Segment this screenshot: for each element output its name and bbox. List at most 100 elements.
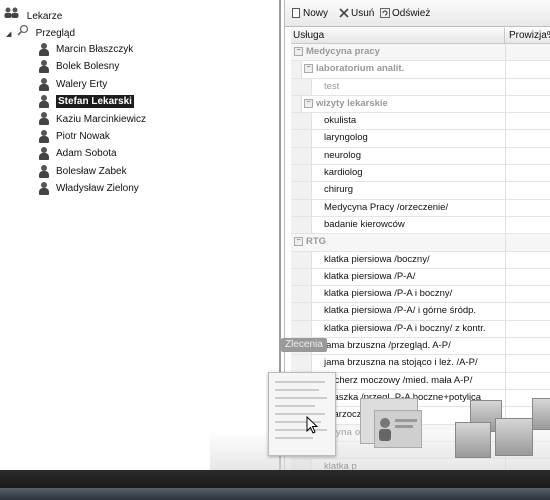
group-row[interactable]: − laboratorium analit. — [291, 61, 550, 79]
new-button[interactable]: Nowy — [291, 7, 328, 21]
doctor-item[interactable]: Walery Erty — [38, 77, 107, 93]
new-button-label: Nowy — [303, 8, 329, 19]
doctor-item[interactable]: Piotr Nowak — [38, 129, 110, 145]
table-row[interactable]: chirurg — [291, 182, 550, 200]
doctor-item[interactable]: Władysław Zielony — [38, 181, 139, 197]
table-row[interactable]: jama brzuszna /przegląd. A-P/ — [291, 338, 550, 356]
table-row[interactable]: klatka piersiowa /P-A/ i górne śródp. — [291, 303, 550, 321]
doctor-item[interactable]: Stefan Lekarski — [38, 94, 134, 110]
table-row[interactable]: okulista — [291, 113, 550, 131]
cell-service: − RTG — [294, 234, 326, 250]
doctor-item[interactable]: Adam Sobota — [38, 146, 117, 162]
cell-commission[interactable] — [505, 320, 550, 338]
row-label: test — [324, 80, 340, 92]
collapse-icon[interactable]: − — [304, 98, 313, 108]
doctor-name: Piotr Nowak — [56, 131, 110, 142]
cell-commission[interactable] — [505, 182, 550, 199]
collapse-icon[interactable]: − — [294, 237, 303, 247]
cell-service: jama brzuszna na stojąco i leż. /A-P/ — [324, 355, 478, 371]
row-label: klatka piersiowa /P-A/ — [324, 270, 416, 282]
table-row[interactable]: klatka piersiowa /boczny/ — [291, 251, 550, 269]
cell-service: klatka piersiowa /P-A i boczny/ z kontr. — [324, 321, 486, 337]
table-row[interactable]: badanie kierowców — [291, 216, 550, 235]
table-row[interactable]: klatka piersiowa /P-A i boczny/ z kontr. — [291, 320, 550, 339]
row-indent — [291, 95, 302, 113]
row-indent — [291, 182, 312, 199]
cell-commission[interactable] — [505, 61, 550, 78]
collapse-icon[interactable]: − — [294, 46, 303, 56]
toolbar: Nowy Usuń Odśwież — [285, 0, 550, 27]
collapse-icon[interactable]: − — [304, 64, 313, 74]
cell-commission[interactable] — [505, 44, 550, 61]
cell-service: Medycyna Pracy /orzeczenie/ — [324, 200, 448, 216]
cell-commission[interactable] — [505, 216, 550, 234]
person-icon — [38, 147, 50, 161]
table-row[interactable]: jama brzuszna na stojąco i leż. /A-P/ — [291, 355, 550, 373]
cell-commission[interactable] — [505, 338, 550, 355]
photo-window-icon[interactable] — [374, 410, 422, 448]
row-indent — [291, 303, 312, 320]
cell-commission[interactable] — [505, 355, 550, 372]
refresh-button[interactable]: Odśwież — [380, 7, 430, 21]
table-row[interactable]: test — [291, 78, 550, 96]
cell-commission[interactable] — [505, 147, 550, 165]
cell-service: badanie kierowców — [324, 217, 405, 233]
doctor-item[interactable]: Kaziu Marcinkiewicz — [38, 112, 146, 128]
cell-commission[interactable] — [505, 303, 550, 320]
cell-service: klatka piersiowa /P-A/ i górne śródp. — [324, 303, 476, 319]
doctor-name: Bolek Bolesny — [56, 61, 120, 73]
row-indent — [291, 147, 312, 165]
mouse-cursor-icon — [306, 415, 319, 437]
row-label: pęcherz moczowy /mied. mała A-P/ — [324, 374, 473, 386]
cell-service: laryngolog — [324, 130, 368, 146]
tree-root-lekarze[interactable]: Lekarze — [4, 7, 62, 23]
cell-commission[interactable] — [505, 286, 550, 303]
cell-commission[interactable] — [505, 130, 550, 147]
table-row[interactable]: neurolog — [291, 147, 550, 166]
row-label: neurolog — [324, 149, 361, 161]
taskbar-glow — [0, 488, 550, 500]
doctor-name: Marcin Błaszczyk — [56, 44, 134, 55]
cell-commission[interactable] — [505, 234, 550, 251]
tree-node-przeglad[interactable]: ◢ Przegląd — [6, 24, 75, 40]
cell-commission[interactable] — [505, 113, 550, 130]
doctor-item[interactable]: Marcin Błaszczyk — [38, 42, 133, 58]
cell-commission[interactable] — [505, 372, 550, 389]
row-indent — [291, 130, 312, 147]
column-header-service[interactable]: Usługa — [291, 28, 505, 43]
table-row[interactable]: kardiolog — [291, 165, 550, 183]
doctor-item[interactable]: Bolek Bolesny — [38, 59, 119, 75]
cell-commission[interactable] — [505, 95, 550, 113]
table-row[interactable]: klatka piersiowa /P-A i boczny/ — [291, 286, 550, 304]
row-label: jama brzuszna na stojąco i leż. /A-P/ — [324, 357, 478, 369]
grid-header: Usługa Prowizja% — [291, 28, 550, 44]
cell-commission[interactable] — [505, 251, 550, 268]
row-label: klatka piersiowa /P-A i boczny/ z kontr. — [324, 322, 486, 334]
column-header-commission[interactable]: Prowizja% — [505, 28, 550, 43]
zlecenia-tooltip: Zlecenia — [281, 338, 327, 352]
document-thumbnail[interactable] — [268, 372, 336, 456]
cell-commission[interactable] — [505, 165, 550, 182]
group-row[interactable]: − Medycyna pracy — [291, 44, 550, 62]
cell-service: klatka piersiowa /boczny/ — [324, 252, 430, 268]
cell-commission[interactable] — [505, 268, 550, 286]
row-label: okulista — [324, 115, 357, 127]
cell-commission[interactable] — [505, 78, 550, 95]
table-row[interactable]: laryngolog — [291, 130, 550, 148]
expand-arrow-icon[interactable]: ◢ — [6, 27, 14, 43]
delete-button[interactable]: Usuń — [339, 7, 374, 21]
refresh-icon — [380, 8, 390, 19]
cell-commission[interactable] — [505, 199, 550, 216]
cell-service: − wizyty lekarskie — [304, 96, 388, 112]
group-row[interactable]: − wizyty lekarskie — [291, 95, 550, 114]
person-icon — [38, 182, 50, 196]
table-row[interactable]: klatka piersiowa /P-A/ — [291, 268, 550, 287]
person-icon — [38, 42, 50, 56]
cell-service: − Medycyna pracy — [294, 44, 380, 60]
group-row[interactable]: − RTG — [291, 234, 550, 252]
table-row[interactable]: Medycyna Pracy /orzeczenie/ — [291, 199, 550, 217]
doctor-item[interactable]: Bolesław Zabek — [38, 164, 127, 180]
row-indent — [291, 199, 312, 216]
refresh-button-label: Odśwież — [392, 8, 431, 19]
doctor-name: Stefan Lekarski — [56, 95, 134, 109]
